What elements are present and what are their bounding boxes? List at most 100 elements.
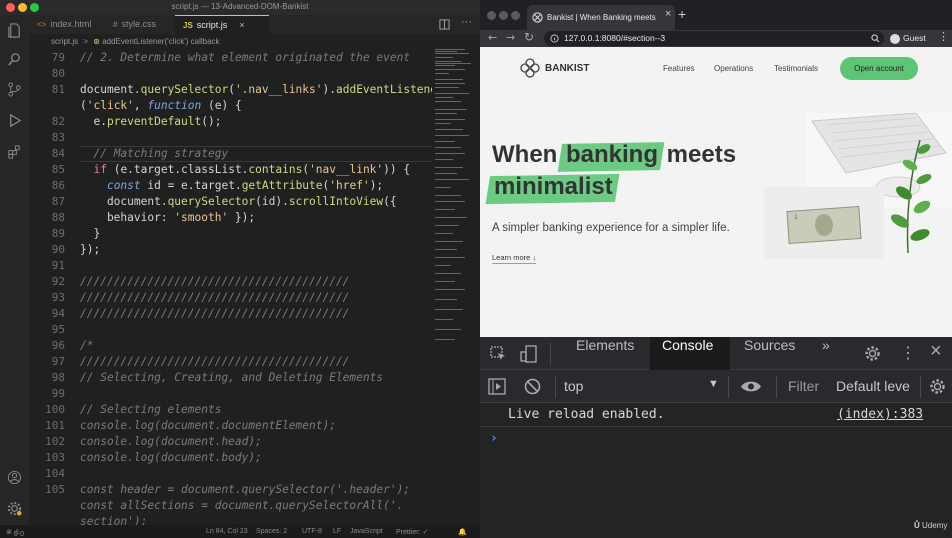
devtools-tab-bar: Elements Console Sources » ⋮ × xyxy=(480,337,952,370)
code-line: // 2. Determine what element originated … xyxy=(80,51,411,64)
search-icon[interactable] xyxy=(7,52,22,67)
learn-more-link[interactable]: Learn more ↓ xyxy=(492,253,537,264)
profile-button[interactable]: Guest xyxy=(890,31,926,46)
code-line: /* xyxy=(80,339,94,352)
hero-headline-line-2: minimalist xyxy=(492,173,615,201)
divider xyxy=(555,376,556,398)
eol-setting[interactable]: LF xyxy=(333,528,341,535)
explorer-icon[interactable] xyxy=(7,23,22,38)
close-tab-icon[interactable]: × xyxy=(665,8,671,20)
language-mode[interactable]: JavaScript xyxy=(350,528,383,535)
prettier-status[interactable]: Prettier: ✓ xyxy=(396,528,428,536)
minimap-line xyxy=(435,319,453,320)
code-line: if (e.target.classList.contains('nav__li… xyxy=(93,163,411,176)
split-editor-icon[interactable] xyxy=(439,19,450,30)
plant-image xyxy=(880,135,940,255)
code-line: //////////////////////////////////////// xyxy=(80,307,350,320)
nav-link-operations[interactable]: Operations xyxy=(714,64,753,73)
log-levels-dropdown[interactable]: Default leve xyxy=(836,378,910,394)
console-prompt[interactable]: › xyxy=(480,427,952,451)
editor-window-title: script.js — 13-Advanced-DOM-Bankist xyxy=(171,2,309,11)
minimap-line xyxy=(435,65,455,66)
menu-kebab-icon[interactable]: ⋮ xyxy=(900,343,916,363)
reload-icon[interactable]: ↻ xyxy=(524,30,534,44)
clear-console-icon[interactable] xyxy=(524,378,541,395)
tab-script-js[interactable]: JS script.js × xyxy=(175,15,269,34)
close-window-button[interactable] xyxy=(487,11,496,20)
minimap-line xyxy=(435,201,465,202)
tab-elements[interactable]: Elements xyxy=(564,337,646,370)
console-filter-input[interactable]: Filter xyxy=(788,378,819,394)
context-selector[interactable]: top xyxy=(564,378,583,394)
bankist-logo-text[interactable]: BANKIST xyxy=(545,63,589,74)
breadcrumb-symbol[interactable]: addEventListener('click') callback xyxy=(102,37,219,46)
device-toolbar-icon[interactable] xyxy=(520,345,538,363)
console-source-link[interactable]: (index):383 xyxy=(837,403,923,427)
problems-indicator[interactable]: ⊗ 0 ⚠ 0 xyxy=(6,528,24,538)
console-toolbar: top ▼ Filter Default leve xyxy=(480,370,952,403)
code-line: //////////////////////////////////////// xyxy=(80,355,350,368)
source-control-icon[interactable] xyxy=(7,82,22,97)
cursor-position[interactable]: Ln 84, Col 23 xyxy=(206,528,248,535)
console-message: Live reload enabled. xyxy=(508,407,665,422)
close-icon[interactable]: × xyxy=(930,340,942,363)
settings-gear-icon[interactable] xyxy=(864,345,881,362)
extensions-icon[interactable] xyxy=(7,145,22,160)
line-number: 89 xyxy=(51,227,65,240)
tab-console[interactable]: Console xyxy=(650,337,730,370)
search-icon[interactable] xyxy=(871,34,880,43)
back-arrow-icon[interactable]: ← xyxy=(488,31,497,44)
browser-tab-strip: Bankist | When Banking meets × + xyxy=(480,0,952,30)
bankist-logo-icon[interactable] xyxy=(520,58,540,78)
line-number: 100 xyxy=(45,403,65,416)
breadcrumb-file[interactable]: script.js xyxy=(51,37,78,46)
minimap[interactable] xyxy=(433,49,471,349)
more-tabs-icon[interactable]: » xyxy=(810,337,842,370)
minimap-line xyxy=(435,57,453,58)
minimap-line xyxy=(435,129,463,130)
code-line: console.log(document.body); xyxy=(80,451,262,464)
show-sidebar-icon[interactable] xyxy=(488,378,506,395)
nav-link-testimonials[interactable]: Testimonials xyxy=(774,64,818,73)
site-info-icon[interactable] xyxy=(550,34,559,43)
tab-sources[interactable]: Sources xyxy=(732,337,807,370)
html-file-icon: <> xyxy=(37,20,47,29)
inspect-element-icon[interactable] xyxy=(490,346,507,362)
live-expression-eye-icon[interactable] xyxy=(740,380,762,393)
code-line: const allSections = document.querySelect… xyxy=(80,499,404,512)
browser-tab[interactable]: Bankist | When Banking meets xyxy=(527,5,675,30)
error-count: 0 xyxy=(13,531,18,538)
browser-window: Bankist | When Banking meets × + ← → ↻ 1… xyxy=(480,0,952,538)
close-tab-icon[interactable]: × xyxy=(239,20,244,30)
account-icon[interactable] xyxy=(7,470,22,485)
line-number: 91 xyxy=(51,259,65,272)
maximize-window-button[interactable] xyxy=(511,11,520,20)
open-account-button[interactable]: Open account xyxy=(840,57,918,80)
chevron-down-icon[interactable]: ▼ xyxy=(708,378,719,390)
minimize-window-button[interactable] xyxy=(499,11,508,20)
breadcrumb: script.js > ⊛ addEventListener('click') … xyxy=(29,34,480,49)
settings-gear-icon[interactable] xyxy=(7,501,22,516)
code-area[interactable]: // 2. Determine what element originated … xyxy=(80,49,432,525)
minimap-line xyxy=(435,101,461,102)
menu-kebab-icon[interactable]: ⋮ xyxy=(938,30,949,43)
minimap-line xyxy=(435,147,461,148)
forward-arrow-icon[interactable]: → xyxy=(506,31,515,44)
indentation-setting[interactable]: Spaces: 2 xyxy=(256,528,287,535)
tab-style-css[interactable]: # style.css xyxy=(105,15,175,34)
minimap-line xyxy=(435,289,465,290)
watermark-text: Udemy xyxy=(922,521,948,530)
run-debug-icon[interactable] xyxy=(7,113,22,128)
more-actions-icon[interactable]: ··· xyxy=(461,16,472,28)
tab-index-html[interactable]: <> index.html xyxy=(29,15,105,34)
line-number: 87 xyxy=(51,195,65,208)
console-output[interactable]: Live reload enabled. (index):383 › xyxy=(480,403,952,538)
nav-link-features[interactable]: Features xyxy=(663,64,695,73)
code-line: const id = e.target.getAttribute('href')… xyxy=(106,179,384,192)
console-settings-gear-icon[interactable] xyxy=(929,378,946,395)
address-bar[interactable]: 127.0.0.1:8080/#section--3 xyxy=(544,31,884,46)
new-tab-icon[interactable]: + xyxy=(678,6,686,22)
notifications-bell-icon[interactable]: 🔔 xyxy=(458,528,467,536)
code-line: // Matching strategy xyxy=(93,147,229,160)
encoding-setting[interactable]: UTF-8 xyxy=(302,528,322,535)
